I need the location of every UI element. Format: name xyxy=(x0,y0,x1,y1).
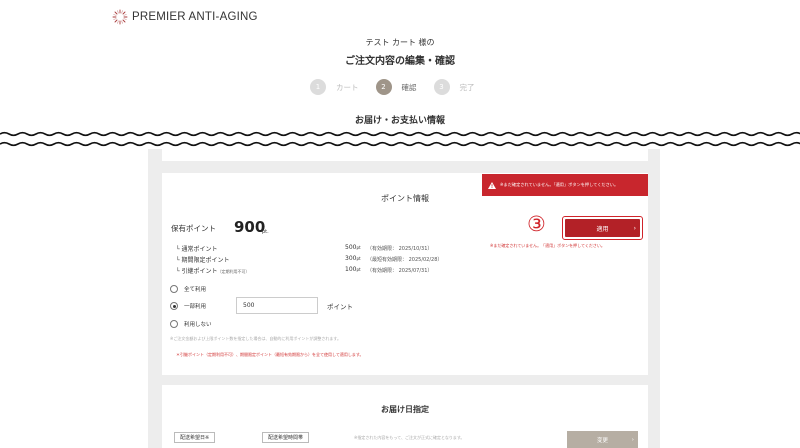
radio-button[interactable] xyxy=(170,285,178,293)
use-no-points-option[interactable]: 利用しない xyxy=(170,320,212,328)
step-number: 1 xyxy=(310,79,326,95)
points-breakdown-row: └ 引継ポイント（定期利用不可） xyxy=(176,268,250,275)
points-amount-input[interactable]: 500 xyxy=(236,297,318,314)
step-confirm: 2 確認 xyxy=(375,79,417,95)
held-points-unit: pt. xyxy=(262,229,269,235)
radio-button[interactable] xyxy=(170,302,178,310)
radio-button[interactable] xyxy=(170,320,178,328)
held-points-label: 保有ポイント xyxy=(171,224,216,233)
step-label: 確認 xyxy=(401,82,417,92)
brand-logo[interactable]: PREMIER ANTI-AGING xyxy=(112,9,258,25)
step-label: 完了 xyxy=(459,82,475,92)
customer-name: テスト カート 様の xyxy=(365,38,435,47)
points-expiry: （最短有効期限： 2025/02/28） xyxy=(367,257,443,263)
points-amount: 100pt xyxy=(345,266,361,273)
delivery-date-label: 配送希望日※ xyxy=(174,432,216,443)
points-expiry: （有効期限： 2025/10/31） xyxy=(367,246,433,252)
points-note: ※ご注文金額および上限ポイント数を指定した場合は、自動的に利用ポイントが調整され… xyxy=(170,336,341,341)
progress-steps: 1 カート 2 確認 3 完了 xyxy=(310,79,492,95)
alert-text: ※まだ確定されていません。「適用」ボタンを押してください。 xyxy=(500,182,619,187)
apply-button-highlight: 適用 › xyxy=(562,216,643,240)
chevron-right-icon: › xyxy=(631,436,634,443)
step-label: カート xyxy=(336,82,359,92)
points-breakdown-row: └ 期間限定ポイント xyxy=(176,257,230,264)
step-cart: 1 カート xyxy=(310,79,359,95)
warning-icon xyxy=(488,181,496,189)
brand-name: PREMIER ANTI-AGING xyxy=(132,11,258,23)
delivery-note: ※指定された内容をもって、ご注文が正式に確定となります。 xyxy=(354,435,465,440)
step-number: 3 xyxy=(433,79,450,95)
section-title: お届け・お支払い情報 xyxy=(354,116,445,126)
points-amount: 300pt xyxy=(345,255,361,262)
page-title: ご注文内容の編集・確認 xyxy=(345,56,455,67)
delivery-time-label: 配送希望時間帯 xyxy=(262,432,310,443)
held-points-value: 900 xyxy=(234,218,266,236)
step-marker-annotation: ③ xyxy=(527,212,546,236)
points-section-title: ポイント情報 xyxy=(381,194,429,203)
points-amount: 500pt xyxy=(345,244,361,251)
step-complete: 3 完了 xyxy=(433,79,475,95)
chevron-right-icon: › xyxy=(633,224,636,232)
points-input-unit: ポイント xyxy=(327,303,353,311)
step-number: 2 xyxy=(375,79,392,95)
wave-divider xyxy=(0,131,800,147)
sunburst-logo-icon xyxy=(112,9,128,25)
use-partial-points-option[interactable]: 一部利用 xyxy=(170,302,206,310)
previous-card xyxy=(162,149,648,161)
use-all-points-option[interactable]: 全て利用 xyxy=(170,285,206,293)
points-expiry: （有効期限： 2025/07/31） xyxy=(367,268,433,274)
points-warning: ＊引継ポイント（定期利用不可）、期間限定ポイント（最短有効期限から）を全て使用し… xyxy=(176,352,364,357)
apply-note: ※まだ確定されていません。「適用」ボタンを押してください。 xyxy=(490,243,605,248)
apply-button[interactable]: 適用 › xyxy=(565,219,640,237)
change-delivery-button[interactable]: 変更 › xyxy=(567,431,638,448)
points-breakdown-row: └ 通常ポイント xyxy=(176,246,218,253)
delivery-section-title: お届け日指定 xyxy=(381,405,429,414)
